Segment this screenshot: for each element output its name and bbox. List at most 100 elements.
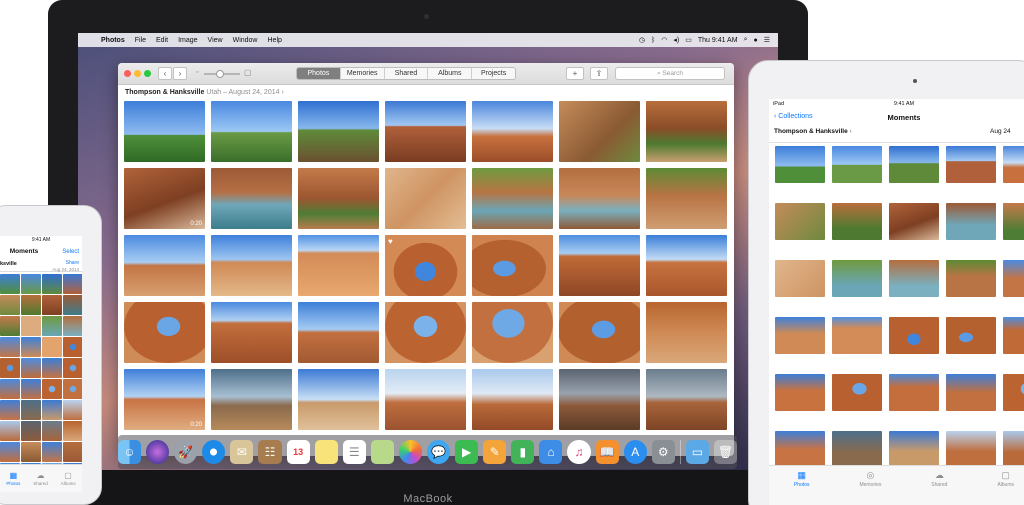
wifi-icon[interactable]: ◠	[661, 36, 667, 44]
iphone-tab-shared[interactable]: ☁ Shared	[33, 471, 48, 486]
photo-thumbnail[interactable]	[946, 146, 996, 183]
photo-thumbnail[interactable]	[472, 302, 553, 363]
photo-thumbnail[interactable]	[559, 235, 640, 296]
menu-image[interactable]: Image	[173, 37, 202, 44]
photo-thumbnail[interactable]	[42, 442, 62, 462]
photo-thumbnail[interactable]	[559, 369, 640, 430]
back-button[interactable]: ‹	[158, 67, 172, 80]
notification-center-icon[interactable]: ☰	[764, 36, 770, 44]
photo-thumbnail[interactable]	[0, 295, 20, 315]
photo-thumbnail[interactable]	[21, 442, 41, 462]
maps-icon[interactable]	[370, 440, 394, 464]
photo-thumbnail[interactable]	[0, 274, 20, 294]
photo-thumbnail[interactable]	[775, 317, 825, 354]
menu-clock[interactable]: Thu 9:41 AM	[698, 37, 738, 44]
finder-icon[interactable]: ☺	[117, 440, 142, 464]
facetime-icon[interactable]: ▶	[455, 440, 479, 464]
photo-thumbnail[interactable]	[42, 400, 62, 420]
notes-icon[interactable]	[314, 440, 338, 464]
close-window-button[interactable]	[124, 70, 131, 77]
photo-thumbnail[interactable]	[889, 431, 939, 468]
zoom-window-button[interactable]	[144, 70, 151, 77]
photo-thumbnail[interactable]	[559, 302, 640, 363]
photo-thumbnail[interactable]	[832, 374, 882, 411]
menu-window[interactable]: Window	[228, 37, 263, 44]
photo-thumbnail[interactable]	[0, 421, 20, 441]
ipad-tab-photos[interactable]: ▦ Photos	[794, 470, 810, 488]
iphone-share-button[interactable]: Share	[66, 260, 79, 266]
contacts-icon[interactable]: ☷	[258, 440, 282, 464]
photo-thumbnail[interactable]	[21, 316, 41, 336]
safari-icon[interactable]	[202, 440, 226, 464]
launchpad-icon[interactable]: 🚀	[174, 440, 198, 464]
tab-projects[interactable]: Projects	[472, 68, 515, 79]
mail-icon[interactable]: ✉	[230, 440, 254, 464]
photo-thumbnail[interactable]	[889, 317, 939, 354]
photo-thumbnail[interactable]	[0, 358, 20, 378]
photo-thumbnail[interactable]	[298, 235, 379, 296]
photo-thumbnail[interactable]	[63, 316, 82, 336]
photo-thumbnail[interactable]	[211, 235, 292, 296]
photo-thumbnail[interactable]	[889, 374, 939, 411]
photo-thumbnail[interactable]	[559, 168, 640, 229]
battery-icon[interactable]: ▭	[685, 36, 692, 44]
photo-thumbnail[interactable]	[21, 274, 41, 294]
trash-icon[interactable]: 🗑	[713, 440, 738, 464]
siri-icon[interactable]	[146, 440, 170, 464]
menu-file[interactable]: File	[130, 37, 151, 44]
photo-thumbnail[interactable]	[646, 235, 727, 296]
iphone-location[interactable]: ksville	[0, 261, 17, 267]
photo-thumbnail[interactable]	[63, 400, 82, 420]
photo-thumbnail[interactable]	[946, 431, 996, 468]
photo-thumbnail[interactable]	[472, 235, 553, 296]
photo-thumbnail[interactable]	[946, 317, 996, 354]
photo-thumbnail[interactable]	[1003, 317, 1024, 354]
iphone-tab-photos[interactable]: ▦ Photos	[6, 471, 20, 486]
time-machine-icon[interactable]: ◷	[639, 36, 645, 44]
photo-thumbnail[interactable]	[21, 400, 41, 420]
photo-thumbnail[interactable]	[0, 379, 20, 399]
photo-thumbnail[interactable]	[63, 421, 82, 441]
share-icon[interactable]: ⇪	[590, 67, 608, 80]
photo-thumbnail[interactable]	[63, 379, 82, 399]
volume-icon[interactable]: ◂)	[673, 36, 679, 44]
spotlight-icon[interactable]: ⌕	[744, 36, 748, 44]
photo-thumbnail[interactable]	[832, 260, 882, 297]
calendar-icon[interactable]: 13	[286, 440, 310, 464]
photo-thumbnail[interactable]	[211, 369, 292, 430]
moment-state[interactable]: Utah	[206, 89, 221, 96]
photo-thumbnail[interactable]	[42, 421, 62, 441]
ipad-tab-memories[interactable]: ◎ Memories	[859, 470, 881, 488]
photo-thumbnail[interactable]	[832, 146, 882, 183]
moment-date[interactable]: August 24, 2014	[229, 89, 280, 96]
photo-thumbnail[interactable]	[385, 302, 466, 363]
minimize-window-button[interactable]	[134, 70, 141, 77]
photo-thumbnail[interactable]	[298, 101, 379, 162]
photo-thumbnail[interactable]	[832, 317, 882, 354]
numbers-icon[interactable]: ▮	[511, 440, 535, 464]
photo-thumbnail[interactable]	[42, 316, 62, 336]
photo-thumbnail[interactable]	[775, 146, 825, 183]
photo-thumbnail[interactable]	[775, 431, 825, 468]
photo-thumbnail[interactable]	[646, 168, 727, 229]
photo-thumbnail[interactable]	[298, 302, 379, 363]
photo-thumbnail[interactable]	[646, 369, 727, 430]
app-store-icon[interactable]: A	[623, 440, 647, 464]
photo-thumbnail[interactable]	[21, 295, 41, 315]
tab-memories[interactable]: Memories	[341, 68, 385, 79]
photo-thumbnail[interactable]	[211, 302, 292, 363]
photo-thumbnail[interactable]	[21, 421, 41, 441]
itunes-icon[interactable]: ♫	[567, 440, 591, 464]
photo-thumbnail[interactable]	[946, 374, 996, 411]
photo-thumbnail[interactable]	[124, 302, 205, 363]
photo-thumbnail[interactable]	[42, 358, 62, 378]
downloads-icon[interactable]: ▭	[685, 440, 709, 464]
photo-thumbnail[interactable]	[0, 400, 20, 420]
tab-shared[interactable]: Shared	[385, 68, 429, 79]
keynote-icon[interactable]: ⌂	[539, 440, 563, 464]
photo-thumbnail[interactable]	[889, 203, 939, 240]
photo-thumbnail[interactable]	[1003, 431, 1024, 468]
forward-button[interactable]: ›	[173, 67, 187, 80]
photo-thumbnail[interactable]	[63, 358, 82, 378]
photo-thumbnail[interactable]	[1003, 203, 1024, 240]
